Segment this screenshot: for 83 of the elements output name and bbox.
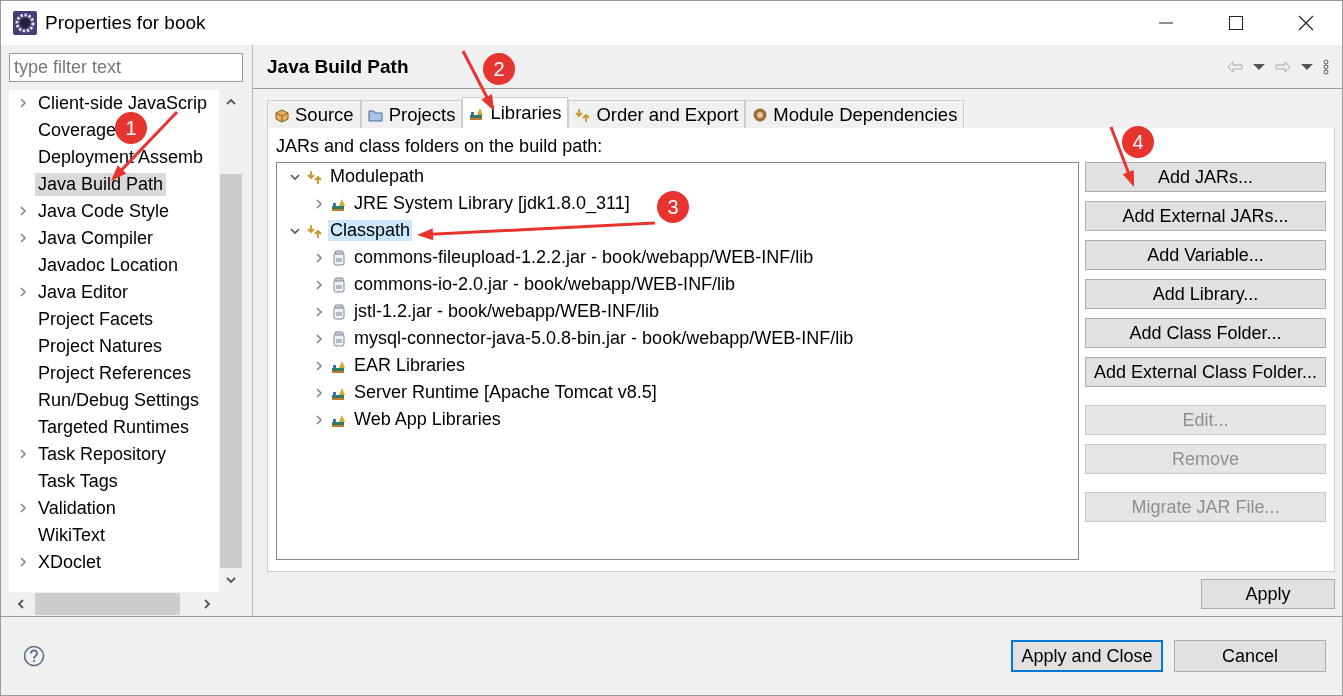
tree-item[interactable]: Classpath bbox=[328, 220, 413, 241]
module-icon bbox=[752, 106, 769, 123]
jar-icon bbox=[331, 303, 347, 320]
expand-chevron-icon[interactable] bbox=[313, 386, 325, 399]
back-arrow-icon[interactable] bbox=[1227, 60, 1243, 73]
maximize-icon[interactable] bbox=[1228, 15, 1244, 31]
action-button[interactable]: Add External Class Folder... bbox=[1085, 357, 1326, 387]
scroll-left-icon[interactable] bbox=[15, 598, 27, 610]
tab[interactable]: Order and Export bbox=[568, 100, 746, 128]
tab[interactable]: Projects bbox=[360, 100, 463, 128]
action-button[interactable]: Add Class Folder... bbox=[1085, 318, 1326, 348]
tree-item[interactable]: JRE System Library [jdk1.8.0_311] bbox=[352, 193, 632, 214]
tree-item[interactable]: EAR Libraries bbox=[352, 355, 468, 376]
annotation-arrow bbox=[1109, 126, 1134, 187]
expand-chevron-icon[interactable] bbox=[313, 359, 325, 372]
expand-chevron-icon[interactable] bbox=[17, 205, 29, 218]
tree-item[interactable]: Web App Libraries bbox=[352, 409, 503, 430]
navigation-item[interactable]: Run/Debug Settings bbox=[35, 388, 203, 412]
navigation-item[interactable]: Task Repository bbox=[35, 442, 170, 466]
tree-item[interactable]: jstl-1.2.jar - book/webapp/WEB-INF/lib bbox=[352, 301, 662, 322]
expand-chevron-icon[interactable] bbox=[17, 97, 29, 110]
window-title: Properties for book bbox=[45, 12, 206, 34]
tree-item[interactable]: commons-fileupload-1.2.2.jar - book/webapp/WEB-INF/lib bbox=[352, 247, 816, 268]
forward-arrow-icon[interactable] bbox=[1275, 60, 1291, 73]
jar-icon bbox=[331, 330, 347, 347]
action-button[interactable]: Add External JARs... bbox=[1085, 201, 1326, 231]
help-icon[interactable] bbox=[23, 645, 45, 667]
path-arrows-icon bbox=[307, 168, 323, 185]
tree-item[interactable]: Server Runtime [Apache Tomcat v8.5] bbox=[352, 382, 659, 403]
dialog-button[interactable]: Apply and Close bbox=[1011, 640, 1163, 672]
expand-chevron-icon[interactable] bbox=[17, 448, 29, 461]
expand-chevron-icon[interactable] bbox=[313, 251, 325, 264]
navigation-item[interactable]: Task Tags bbox=[35, 469, 121, 493]
path-arrows-icon bbox=[307, 222, 323, 239]
dialog-button[interactable]: Cancel bbox=[1174, 640, 1326, 672]
dropdown-icon[interactable] bbox=[1253, 62, 1265, 71]
more-options-icon[interactable] bbox=[1323, 58, 1329, 75]
tree-item[interactable]: mysql-connector-java-5.0.8-bin.jar - book/webapp/WEB-INF/lib bbox=[352, 328, 856, 349]
tree-item[interactable]: commons-io-2.0.jar - book/webapp/WEB-INF/lib bbox=[352, 274, 738, 295]
description-label: JARs and class folders on the build path: bbox=[276, 136, 603, 157]
action-button[interactable]: Add Library... bbox=[1085, 279, 1326, 309]
navigation-item[interactable]: Java Build Path bbox=[35, 172, 167, 196]
expand-chevron-icon[interactable] bbox=[313, 197, 325, 210]
navigation-item[interactable]: Project References bbox=[35, 361, 195, 385]
action-button[interactable]: Add JARs... bbox=[1085, 162, 1326, 192]
action-button[interactable]: Add Variable... bbox=[1085, 240, 1326, 270]
apply-button[interactable]: Apply bbox=[1201, 579, 1335, 609]
filter-field[interactable]: type filter text bbox=[9, 53, 243, 82]
expand-chevron-icon[interactable] bbox=[313, 332, 325, 345]
expand-chevron-icon[interactable] bbox=[17, 232, 29, 245]
page-title: Java Build Path bbox=[267, 55, 409, 78]
expand-chevron-icon[interactable] bbox=[313, 305, 325, 318]
tab[interactable]: Module Dependencies bbox=[745, 100, 965, 128]
navigation-item[interactable]: Validation bbox=[35, 496, 119, 520]
gear-icon bbox=[13, 11, 37, 35]
dropdown-icon[interactable] bbox=[1301, 62, 1313, 71]
scroll-down-icon[interactable] bbox=[225, 574, 237, 586]
navigation-item[interactable]: Project Facets bbox=[35, 307, 157, 331]
navigation-item[interactable]: Deployment Assemb bbox=[35, 145, 207, 169]
expand-chevron-icon[interactable] bbox=[313, 413, 325, 426]
jar-icon bbox=[331, 249, 347, 266]
expand-chevron-icon[interactable] bbox=[17, 502, 29, 515]
navigation-item[interactable]: Java Editor bbox=[35, 280, 132, 304]
navigation-item[interactable]: Java Compiler bbox=[35, 226, 157, 250]
tab[interactable]: Libraries bbox=[462, 97, 569, 128]
navigation-item[interactable]: Project Natures bbox=[35, 334, 166, 358]
step-number: 2 bbox=[483, 53, 515, 85]
navigation-item[interactable]: XDoclet bbox=[35, 550, 105, 574]
tab[interactable]: Source bbox=[267, 100, 361, 128]
jar-icon bbox=[331, 276, 347, 293]
navigation-item[interactable]: Java Code Style bbox=[35, 199, 173, 223]
navigation-item[interactable]: Client-side JavaScrip bbox=[35, 91, 211, 115]
path-arrows-icon bbox=[575, 106, 592, 123]
expand-chevron-icon[interactable] bbox=[313, 278, 325, 291]
annotation-arrow bbox=[461, 50, 494, 111]
navigation-item[interactable]: Targeted Runtimes bbox=[35, 415, 193, 439]
expand-chevron-icon[interactable] bbox=[17, 556, 29, 569]
close-icon[interactable] bbox=[1298, 15, 1314, 31]
navigation-item[interactable]: WikiText bbox=[35, 523, 108, 547]
tree-item[interactable]: Modulepath bbox=[328, 166, 427, 187]
scroll-right-icon[interactable] bbox=[201, 598, 213, 610]
expand-chevron-icon[interactable] bbox=[17, 286, 29, 299]
navigation-item[interactable]: Javadoc Location bbox=[35, 253, 182, 277]
